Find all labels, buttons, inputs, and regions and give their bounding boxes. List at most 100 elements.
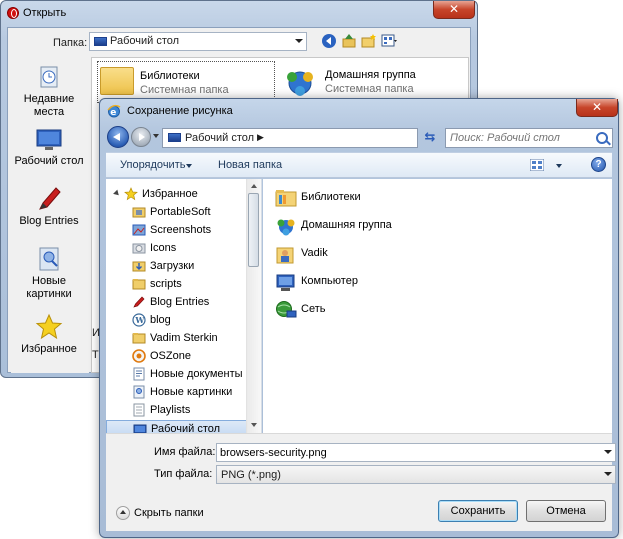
hide-folders-label[interactable]: Скрыть папки xyxy=(134,507,204,519)
chevron-up-icon[interactable] xyxy=(116,506,130,520)
place-desktop-label: Рабочий стол xyxy=(14,155,84,167)
wordpress-icon: W xyxy=(132,313,146,327)
open-item-homegroup[interactable]: Домашняя группа Системная папка xyxy=(283,61,463,103)
nav-item-blog[interactable]: W blog xyxy=(106,312,252,329)
open-dialog-partial-label-2: Т xyxy=(92,349,99,361)
cancel-button[interactable]: Отмена xyxy=(526,500,606,522)
search-input[interactable] xyxy=(450,131,590,145)
nav-item-label: Playlists xyxy=(150,404,191,416)
scroll-up-arrow-icon[interactable] xyxy=(251,184,257,188)
open-item-libraries[interactable]: Библиотеки Системная папка xyxy=(97,61,275,103)
downloads-icon xyxy=(132,261,146,272)
breadcrumb-chevron-icon[interactable]: ▶ xyxy=(257,132,264,143)
nav-item-label: Blog Entries xyxy=(150,296,210,308)
new-folder-icon[interactable] xyxy=(361,33,377,49)
open-dialog-title: Открыть xyxy=(23,7,67,19)
nav-item-portablesoft[interactable]: PortableSoft xyxy=(106,204,252,221)
up-folder-icon[interactable] xyxy=(341,33,357,49)
save-picture-window: e Сохранение рисунка ✕ Рабочий стол ▶ ⇆ … xyxy=(99,98,619,538)
place-favorites[interactable]: Избранное xyxy=(13,313,85,356)
folder-icon xyxy=(132,279,146,290)
place-blog-entries[interactable]: Blog Entries xyxy=(13,185,85,228)
search-icon[interactable] xyxy=(596,132,608,144)
chevron-down-icon xyxy=(604,472,612,476)
star-icon xyxy=(124,187,138,201)
organize-menu-button[interactable]: Упорядочить xyxy=(120,159,185,171)
forward-button[interactable] xyxy=(131,127,151,147)
back-button[interactable] xyxy=(107,126,129,148)
filetype-select[interactable]: PNG (*.png) xyxy=(216,465,616,484)
screenshots-icon xyxy=(132,224,146,236)
view-menu-icon[interactable] xyxy=(381,33,397,49)
save-dialog-close-button[interactable]: ✕ xyxy=(576,99,618,117)
folder-combo-value: Рабочий стол xyxy=(110,35,180,47)
nav-favorites-header[interactable]: Избранное xyxy=(106,186,252,203)
computer-icon xyxy=(276,274,295,291)
scrollbar-thumb[interactable] xyxy=(248,193,259,267)
help-button[interactable]: ? xyxy=(591,157,606,172)
new-folder-button[interactable]: Новая папка xyxy=(218,159,282,171)
nav-item-new-pictures[interactable]: Новые картинки xyxy=(106,384,252,401)
file-item-computer[interactable]: Компьютер xyxy=(275,269,475,295)
place-favorites-label: Избранное xyxy=(21,343,77,355)
file-item-label: Vadik xyxy=(301,247,328,259)
new-pictures-icon xyxy=(39,247,59,271)
place-recent[interactable]: Недавние места xyxy=(13,63,85,119)
filename-label: Имя файла: xyxy=(154,446,216,458)
scroll-down-arrow-icon[interactable] xyxy=(251,423,257,427)
place-new-pictures[interactable]: Новые картинки xyxy=(13,245,85,301)
user-folder-icon xyxy=(276,247,294,264)
chevron-down-icon[interactable] xyxy=(186,164,192,168)
open-dialog-close-button[interactable]: ✕ xyxy=(433,1,475,19)
address-breadcrumb[interactable]: Рабочий стол xyxy=(185,132,254,144)
file-item-network[interactable]: Сеть xyxy=(275,297,475,323)
file-item-libraries[interactable]: Библиотеки xyxy=(275,185,475,211)
nav-item-new-documents[interactable]: Новые документы xyxy=(106,366,252,383)
back-arrow-icon[interactable] xyxy=(321,33,337,49)
file-item-vadik[interactable]: Vadik xyxy=(275,241,475,267)
file-item-homegroup[interactable]: Домашняя группа xyxy=(275,213,475,239)
save-button[interactable]: Сохранить xyxy=(438,500,518,522)
place-desktop[interactable]: Рабочий стол xyxy=(13,125,85,168)
nav-item-screenshots[interactable]: Screenshots xyxy=(106,222,252,239)
save-dialog-title: Сохранение рисунка xyxy=(127,105,233,117)
filename-input[interactable] xyxy=(220,446,590,460)
nav-item-label: Новые картинки xyxy=(150,386,233,398)
view-dropdown-icon[interactable] xyxy=(556,164,562,168)
chevron-down-icon[interactable] xyxy=(604,450,612,454)
address-bar[interactable]: Рабочий стол ▶ xyxy=(162,128,478,178)
recent-pages-dropdown-icon[interactable] xyxy=(153,134,159,138)
homegroup-icon xyxy=(277,219,295,236)
filename-field[interactable] xyxy=(216,443,616,462)
file-item-label: Библиотеки xyxy=(301,191,361,203)
nav-favorites-label: Избранное xyxy=(142,188,198,200)
internet-explorer-icon: e xyxy=(107,104,121,118)
nav-item-icons[interactable]: Icons xyxy=(106,240,252,257)
icons-folder-icon xyxy=(132,243,146,254)
refresh-button[interactable]: ⇆ xyxy=(420,128,440,148)
nav-item-desktop[interactable]: Рабочий стол xyxy=(106,420,252,433)
chevron-down-icon xyxy=(295,39,303,43)
nav-item-playlists[interactable]: Playlists xyxy=(106,402,252,419)
nav-item-label: Screenshots xyxy=(150,224,212,236)
nav-item-downloads[interactable]: Загрузки xyxy=(106,258,252,275)
nav-item-label: PortableSoft xyxy=(150,206,211,218)
nav-item-scripts[interactable]: scripts xyxy=(106,276,252,293)
search-box[interactable] xyxy=(445,128,613,148)
nav-item-label: scripts xyxy=(150,278,182,290)
save-form: Имя файла: Тип файла: PNG (*.png) Скрыть… xyxy=(106,433,616,531)
nav-item-label: Vadim Sterkin xyxy=(150,332,218,344)
star-icon xyxy=(35,313,63,340)
nav-item-oszone[interactable]: OSZone xyxy=(106,348,252,365)
nav-item-label: Icons xyxy=(150,242,177,254)
open-item-homegroup-subtitle: Системная папка xyxy=(325,83,414,95)
expand-triangle-icon[interactable] xyxy=(113,189,121,198)
view-options-icon[interactable] xyxy=(530,159,544,171)
nav-item-blog-entries[interactable]: Blog Entries xyxy=(106,294,252,311)
hide-folders-button[interactable]: Скрыть папки xyxy=(116,506,216,522)
place-new-pictures-label: Новые картинки xyxy=(26,275,72,300)
nav-item-vadim-sterkin[interactable]: Vadim Sterkin xyxy=(106,330,252,347)
folder-combo[interactable]: Рабочий стол xyxy=(89,32,307,51)
nav-item-label: Загрузки xyxy=(150,260,195,272)
navigation-pane: Избранное PortableSoft Screenshots Icons… xyxy=(106,179,262,433)
